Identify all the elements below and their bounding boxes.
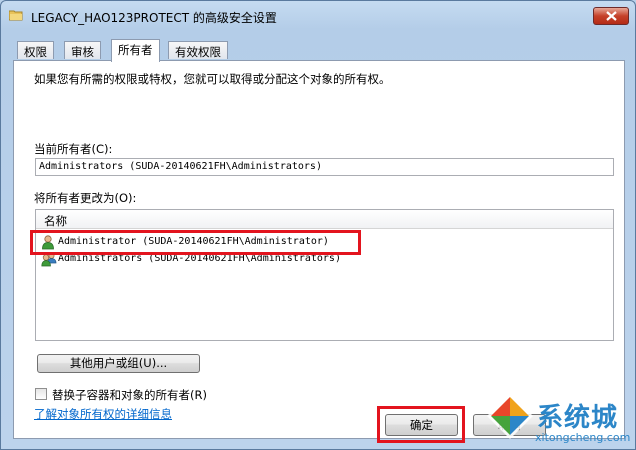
diamond-logo-icon bbox=[487, 393, 533, 439]
other-users-or-groups-button[interactable]: 其他用户或组(U)... bbox=[37, 354, 200, 373]
owner-description: 如果您有所需的权限或特权，您就可以取得或分配这个对象的所有权。 bbox=[34, 72, 391, 86]
dialog-client-area: 权限 审核 所有者 有效权限 如果您有所需的权限或特权，您就可以取得或分配这个对… bbox=[8, 35, 628, 445]
replace-owner-label: 替换子容器和对象的所有者(R) bbox=[52, 388, 207, 402]
folder-icon bbox=[9, 10, 23, 21]
close-button[interactable] bbox=[593, 7, 629, 25]
close-icon bbox=[606, 11, 617, 21]
window-title: LEGACY_HAO123PROTECT 的高级安全设置 bbox=[31, 11, 277, 25]
change-owner-label: 将所有者更改为(O): bbox=[34, 191, 137, 205]
owner-candidates-list[interactable]: 名称 Administrator (SUDA-20140621FH\Admini… bbox=[35, 209, 614, 341]
current-owner-field: Administrators (SUDA-20140621FH\Administ… bbox=[35, 158, 614, 176]
current-owner-label: 当前所有者(C): bbox=[34, 142, 113, 156]
highlight-box-ok bbox=[377, 406, 465, 443]
replace-owner-checkbox[interactable] bbox=[35, 388, 47, 400]
advanced-security-settings-window: LEGACY_HAO123PROTECT 的高级安全设置 权限 审核 所有者 有… bbox=[0, 0, 636, 450]
owner-tab-panel: 如果您有所需的权限或特权，您就可以取得或分配这个对象的所有权。 当前所有者(C)… bbox=[13, 60, 625, 439]
tab-auditing[interactable]: 审核 bbox=[64, 41, 101, 59]
list-header-name[interactable]: 名称 bbox=[36, 210, 613, 229]
tab-owner[interactable]: 所有者 bbox=[111, 39, 160, 62]
highlight-box-selected-user bbox=[30, 230, 361, 255]
watermark-brand: 系统城 bbox=[537, 403, 619, 433]
tab-permissions[interactable]: 权限 bbox=[17, 41, 54, 59]
learn-more-link[interactable]: 了解对象所有权的详细信息 bbox=[34, 406, 172, 422]
watermark-logo: 系统城 xitongcheng.com bbox=[485, 389, 631, 449]
tab-effective-permissions[interactable]: 有效权限 bbox=[168, 41, 228, 59]
title-bar[interactable]: LEGACY_HAO123PROTECT 的高级安全设置 bbox=[1, 1, 635, 31]
list-header-label: 名称 bbox=[44, 214, 67, 228]
watermark-url: xitongcheng.com bbox=[535, 431, 631, 444]
